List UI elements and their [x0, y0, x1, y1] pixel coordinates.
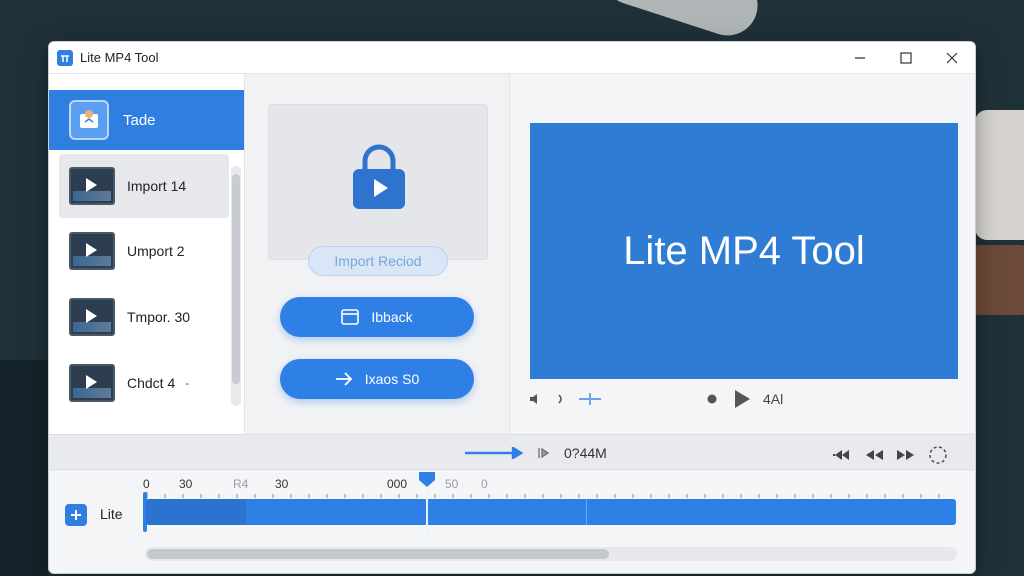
timeline-ruler[interactable]: 0 30 R4 30 000 50 0 [143, 474, 957, 502]
record-dot-icon[interactable] [707, 394, 717, 404]
tick-label: 0 [143, 477, 150, 491]
rewind-icon[interactable] [863, 447, 885, 463]
preview-title: Lite MP4 Tool [623, 228, 865, 273]
clip-split-marker [586, 499, 587, 525]
sidebar-header-label: Tade [123, 111, 156, 129]
background-shape [594, 0, 766, 44]
tick-label: 30 [275, 477, 289, 491]
fast-forward-icon[interactable] [895, 447, 917, 463]
video-thumbnail [69, 364, 115, 402]
timeline-scrollbar-thumb[interactable] [147, 549, 609, 559]
back-button[interactable]: Ibback [280, 297, 474, 337]
media-list: Import 14 Umport 2 Tmpor. 30 Chdct 4 - [49, 154, 231, 416]
tick-label: 30 [179, 477, 193, 491]
media-item-label: Chdct 4 [127, 375, 176, 391]
media-item[interactable]: Umport 2 [49, 218, 231, 284]
tick-label: 50 [445, 477, 459, 491]
track-label: Lite [100, 506, 123, 522]
sidebar-scrollbar-thumb[interactable] [232, 174, 240, 384]
sound-wave-icon [557, 392, 565, 406]
video-thumbnail [69, 167, 115, 205]
maximize-button[interactable] [883, 42, 929, 74]
preview-time: 4Al [763, 391, 784, 407]
title-bar[interactable]: Lite MP4 Tool [49, 42, 975, 74]
track-add-icon[interactable] [65, 504, 87, 526]
playhead-line [426, 484, 428, 540]
drop-zone[interactable] [268, 104, 488, 260]
timeline: 0 30 R4 30 000 50 0 Lite [49, 470, 975, 573]
media-item-label: Import 14 [127, 178, 187, 194]
timeline-scrollbar[interactable] [145, 547, 957, 561]
play-icon [86, 178, 97, 192]
transport-bar: 0?44M [49, 434, 975, 470]
skip-back-icon[interactable] [831, 447, 853, 463]
settings-dots-icon[interactable] [927, 444, 949, 466]
media-item[interactable]: Import 14 [59, 154, 229, 218]
add-icon[interactable] [579, 392, 601, 406]
close-button[interactable] [929, 42, 975, 74]
maximize-icon [900, 52, 912, 64]
play-icon [86, 309, 97, 323]
sidebar-header[interactable]: Tade [49, 90, 244, 150]
import-record-button[interactable]: Import Reciod [308, 246, 448, 276]
marker-icon[interactable] [537, 446, 551, 460]
background-shape [975, 110, 1024, 240]
play-icon [86, 375, 97, 389]
preview-controls: 4Al [529, 386, 959, 412]
window-title: Lite MP4 Tool [80, 50, 159, 65]
back-button-label: Ibback [371, 309, 413, 325]
minimize-icon [855, 57, 865, 59]
video-clip[interactable] [146, 499, 956, 525]
import-panel: Import Reciod Ibback Ixaos S0 [246, 74, 510, 434]
play-icon [86, 243, 97, 257]
clip-selected-region [146, 499, 246, 525]
media-item[interactable]: Tmpor. 30 [49, 284, 231, 350]
sidebar-scrollbar[interactable] [231, 166, 241, 406]
tick-label: 0 [481, 477, 488, 491]
lock-icon [353, 144, 405, 209]
media-library-icon [69, 100, 109, 140]
window-icon [341, 309, 360, 325]
video-preview[interactable]: Lite MP4 Tool [530, 123, 958, 379]
app-window: Lite MP4 Tool Tade Import 14 Umport 2 Tm… [48, 41, 976, 574]
volume-icon[interactable] [529, 392, 545, 406]
video-thumbnail [69, 298, 115, 336]
app-logo-icon [57, 49, 73, 66]
arrow-right-icon [465, 447, 524, 459]
preview-panel: Lite MP4 Tool 4Al [511, 74, 975, 434]
background-shape [970, 245, 1024, 315]
dash-icon: - [185, 376, 190, 390]
media-item-label: Tmpor. 30 [127, 309, 191, 325]
close-icon [946, 52, 958, 64]
export-button[interactable]: Ixaos S0 [280, 359, 474, 399]
video-thumbnail [69, 232, 115, 270]
export-button-label: Ixaos S0 [364, 371, 420, 387]
tick-label: 000 [387, 477, 408, 491]
arrow-right-icon [335, 371, 353, 387]
play-button[interactable] [733, 389, 751, 409]
tick-label: R4 [233, 477, 249, 491]
media-sidebar: Tade Import 14 Umport 2 Tmpor. 30 Chdct … [49, 74, 245, 434]
transport-time: 0?44M [564, 445, 607, 461]
media-item-label: Umport 2 [127, 243, 185, 259]
media-item[interactable]: Chdct 4 - [49, 350, 231, 416]
background-shape [0, 360, 48, 576]
play-icon [735, 390, 750, 408]
playhead-handle[interactable] [417, 470, 437, 488]
minimize-button[interactable] [837, 42, 883, 74]
